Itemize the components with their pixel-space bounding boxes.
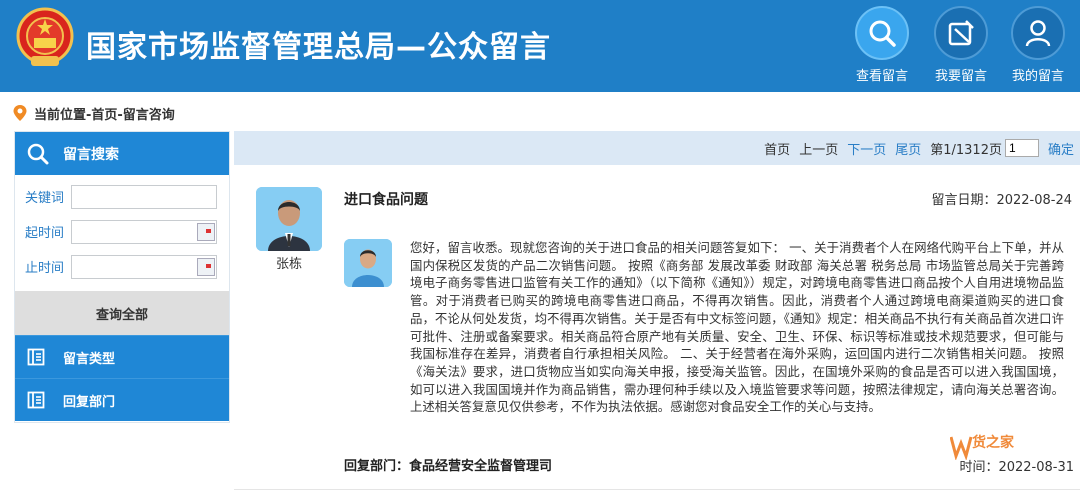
breadcrumb-text: 当前位置-首页-留言咨询: [34, 107, 175, 123]
asker-name: 张栋: [275, 257, 302, 272]
location-pin-icon: [13, 105, 27, 121]
start-time-label: 起时间: [25, 226, 65, 241]
end-time-input[interactable]: [71, 254, 217, 279]
user-icon: [1025, 20, 1051, 47]
sidebar-item-reply-dept[interactable]: 回复部门: [15, 378, 229, 421]
sidebar-search-header: 留言搜索: [15, 132, 229, 175]
reply-dept-label: 回复部门：: [344, 459, 410, 474]
breadcrumb: 当前位置-首页-留言咨询: [12, 103, 175, 123]
person-avatar-icon: [344, 239, 392, 287]
reply-content: 您好，留言收悉。现就您咨询的关于进口食品的相关问题答复如下： 一、关于消费者个人…: [410, 240, 1064, 415]
replier-avatar: [344, 239, 392, 287]
list-icon: [27, 391, 45, 409]
search-icon: [27, 143, 49, 164]
page-info: 第1/1312页: [930, 142, 1002, 158]
reply-dept-name: 食品经营安全监督管理司: [409, 459, 553, 474]
query-all-button[interactable]: 查询全部: [15, 291, 229, 335]
sidebar-item-reply-dept-label: 回复部门: [63, 394, 116, 410]
nav-view-messages[interactable]: 查看留言: [848, 6, 916, 84]
message-title: 进口食品问题: [344, 192, 428, 208]
start-time-row: 起时间: [15, 214, 229, 249]
watermark-text: 货之家: [972, 435, 1014, 451]
first-page-link[interactable]: 首页: [764, 139, 790, 158]
nav-view-messages-label: 查看留言: [855, 69, 908, 84]
last-page-link[interactable]: 尾页: [895, 139, 921, 158]
keyword-label: 关键词: [25, 191, 65, 206]
pagination: 首页 上一页 下一页 尾页 第1/1312页 确定: [234, 131, 1080, 165]
end-time-row: 止时间: [15, 249, 229, 284]
prev-page-link[interactable]: 上一页: [799, 139, 838, 158]
asker-avatar: [256, 187, 322, 251]
sidebar: 留言搜索 关键词 起时间 止时间 查询全部 留言类型 回复部门: [14, 131, 230, 423]
end-time-label: 止时间: [25, 261, 65, 276]
keyword-input[interactable]: [71, 184, 217, 209]
nav-post-message[interactable]: 我要留言: [927, 6, 995, 84]
site-header: 国家市场监督管理总局—公众留言 查看留言 我要留言 我的留言: [0, 0, 1080, 92]
sidebar-item-message-type-label: 留言类型: [63, 351, 116, 367]
nav-post-message-label: 我要留言: [934, 69, 987, 84]
list-icon: [27, 348, 45, 366]
calendar-icon[interactable]: [197, 257, 215, 276]
sidebar-search-title: 留言搜索: [63, 146, 119, 163]
w-logo-icon: [950, 436, 972, 460]
edit-icon: [948, 20, 974, 46]
person-avatar-icon: [256, 187, 322, 251]
sidebar-item-message-type[interactable]: 留言类型: [15, 335, 229, 378]
start-time-input[interactable]: [71, 219, 217, 244]
page-number-input[interactable]: [1004, 139, 1039, 157]
national-emblem-icon: [16, 7, 74, 66]
reply-department: 回复部门：食品经营安全监督管理司: [344, 455, 552, 474]
nav-my-messages[interactable]: 我的留言: [1004, 6, 1072, 84]
watermark-logo: 货之家: [950, 428, 1050, 470]
keyword-row: 关键词: [15, 179, 229, 214]
next-page-link[interactable]: 下一页: [847, 139, 886, 158]
message-date: 留言日期：2022-08-24: [931, 193, 1072, 208]
page-confirm-button[interactable]: 确定: [1048, 139, 1074, 158]
site-title: 国家市场监督管理总局—公众留言: [86, 30, 551, 65]
search-icon: [869, 20, 896, 47]
nav-my-messages-label: 我的留言: [1011, 69, 1064, 84]
divider: [234, 489, 1080, 490]
calendar-icon[interactable]: [197, 222, 215, 241]
